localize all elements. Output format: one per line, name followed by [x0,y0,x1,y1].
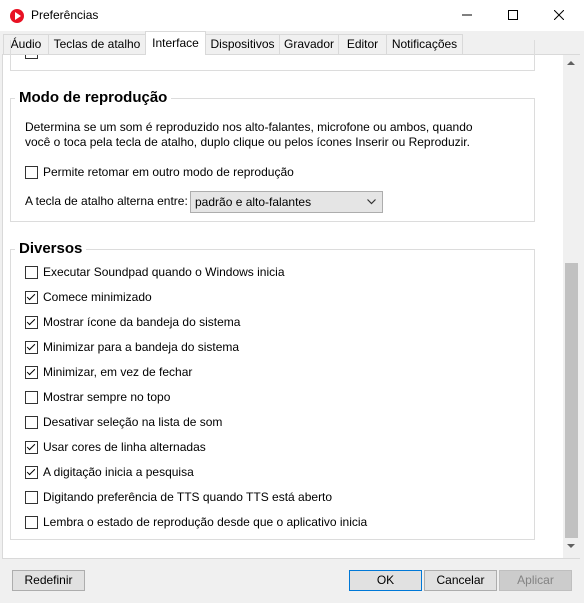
checkbox-box[interactable] [25,415,38,429]
minimize-icon [462,14,472,16]
option-show-tray-icon[interactable]: Mostrar ícone da bandeja do sistema [25,314,240,330]
apply-button[interactable]: Aplicar [499,570,572,591]
checkbox-box[interactable] [25,490,38,504]
checkbox-box[interactable] [25,315,38,329]
scroll-up-icon[interactable] [567,61,575,65]
option-disable-selection[interactable]: Desativar seleção na lista de som [25,414,222,430]
checkbox-box[interactable] [25,390,38,404]
checkbox-box[interactable] [25,440,38,454]
checkbox-box[interactable] [25,165,38,179]
option-minimize-instead-close[interactable]: Minimizar, em vez de fechar [25,364,192,380]
hidden-checkbox-edge [25,55,38,59]
vertical-scrollbar[interactable] [563,55,580,558]
title-bar: Preferências [0,0,584,31]
cancel-button[interactable]: Cancelar [424,570,497,591]
ok-button[interactable]: OK [349,570,422,591]
option-minimize-to-tray[interactable]: Minimizar para a bandeja do sistema [25,339,239,355]
chevron-down-icon [367,199,376,205]
option-remember-playback-state[interactable]: Lembra o estado de reprodução desde que … [25,514,367,530]
option-label: Minimizar, em vez de fechar [43,365,193,379]
option-label: Usar cores de linha alternadas [43,440,206,454]
maximize-icon [508,10,518,20]
scrollbar-thumb[interactable] [565,263,578,538]
checkbox-box[interactable] [25,465,38,479]
misc-title: Diversos [15,240,87,257]
option-label: Desativar seleção na lista de som [43,415,223,429]
close-button[interactable] [536,0,582,31]
checkbox-box[interactable] [25,265,38,279]
checkbox-box[interactable] [25,290,38,304]
playback-description-1: Determina se um som é reproduzido nos al… [25,120,473,134]
maximize-button[interactable] [490,0,536,31]
app-icon [10,9,24,23]
option-label: Mostrar sempre no topo [43,390,171,404]
option-label: Comece minimizado [43,290,152,304]
option-run-on-startup[interactable]: Executar Soundpad quando o Windows inici… [25,264,285,280]
checkbox-box[interactable] [25,340,38,354]
hotkey-toggle-value: padrão e alto-falantes [195,195,312,209]
option-always-on-top[interactable]: Mostrar sempre no topo [25,389,170,405]
option-typing-starts-search[interactable]: A digitação inicia a pesquisa [25,464,194,480]
hotkey-toggle-select[interactable]: padrão e alto-falantes [190,191,383,213]
tab-interface[interactable]: Interface [145,31,206,55]
reset-button[interactable]: Redefinir [12,570,85,591]
option-label: Executar Soundpad quando o Windows inici… [43,265,285,279]
checkbox-box[interactable] [25,515,38,529]
resume-checkbox[interactable]: Permite retomar em outro modo de reprodu… [25,164,294,180]
option-label: Digitando preferência de TTS quando TTS … [43,490,333,504]
checkbox-box[interactable] [25,365,38,379]
option-label: A digitação inicia a pesquisa [43,465,194,479]
resume-checkbox-label: Permite retomar em outro modo de reprodu… [43,165,294,179]
hotkey-toggle-label: A tecla de atalho alterna entre: [25,194,188,208]
option-alternate-row-colors[interactable]: Usar cores de linha alternadas [25,439,206,455]
playback-description-2: você o toca pela tecla de atalho, duplo … [25,135,470,149]
window-title: Preferências [31,8,99,22]
previous-group-edge [10,40,535,71]
option-label: Mostrar ícone da bandeja do sistema [43,315,241,329]
option-label: Minimizar para a bandeja do sistema [43,340,240,354]
scroll-down-icon[interactable] [567,544,575,548]
option-label: Lembra o estado de reprodução desde que … [43,515,368,529]
close-icon [554,10,564,20]
option-tts-typing-preference[interactable]: Digitando preferência de TTS quando TTS … [25,489,332,505]
playback-mode-title: Modo de reprodução [15,89,172,106]
option-start-minimized[interactable]: Comece minimizado [25,289,152,305]
minimize-button[interactable] [444,0,490,31]
